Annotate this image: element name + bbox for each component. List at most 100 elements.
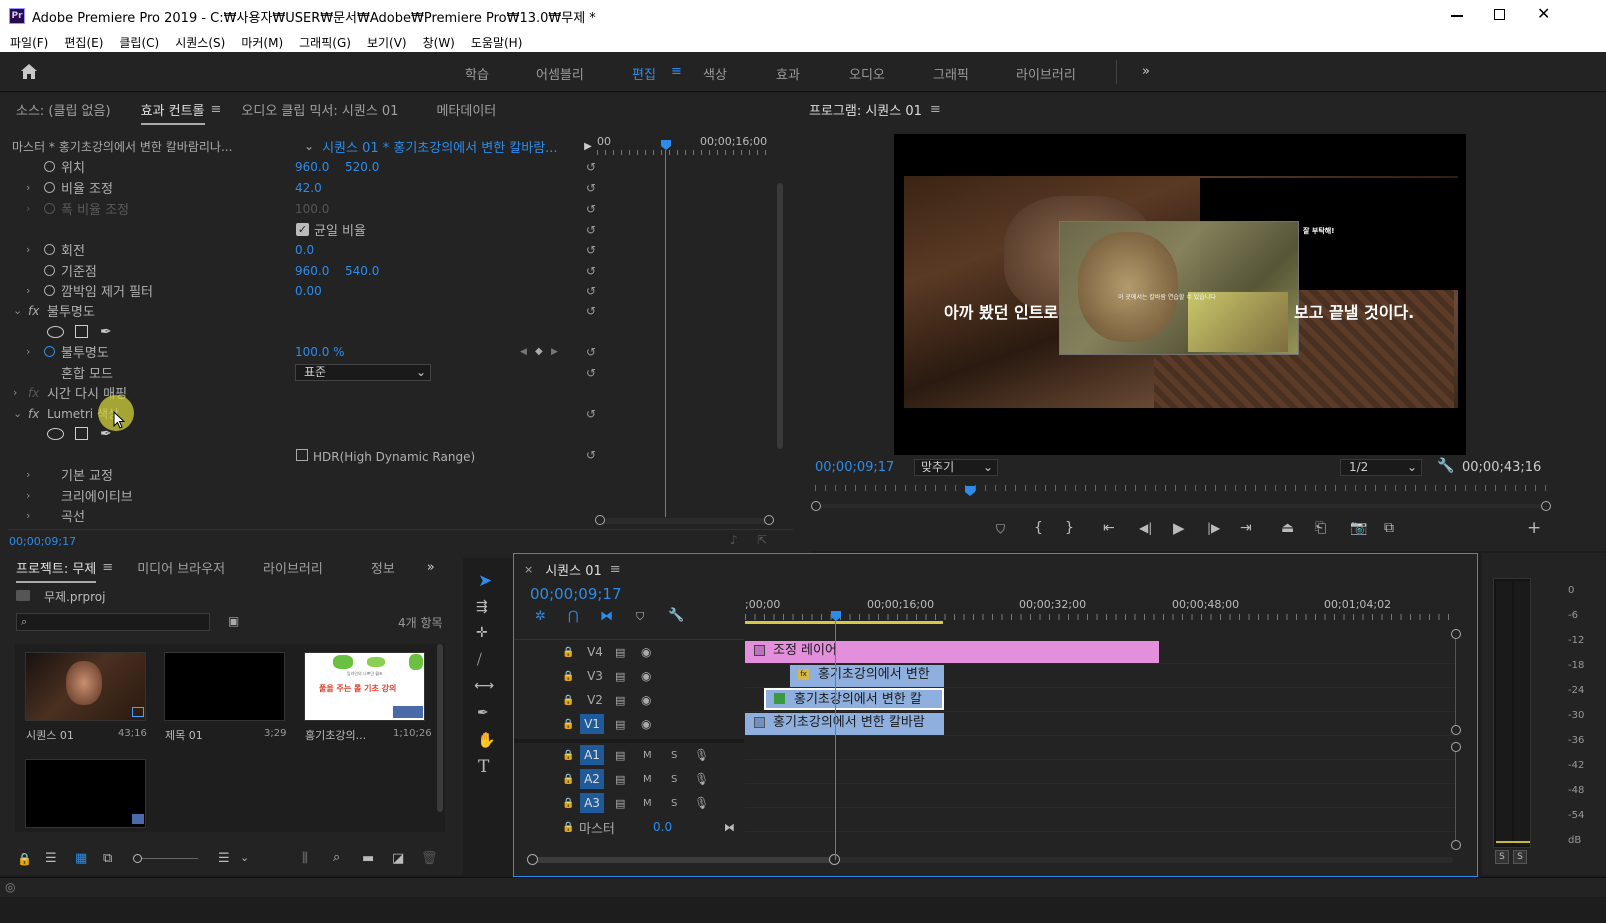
sync-lock-icon[interactable]: ▤ (615, 694, 625, 707)
clip-v1[interactable]: 홍기초강의에서 변한 칼바람 (745, 713, 944, 735)
eye-icon[interactable]: ◉ (641, 669, 651, 683)
project-thumbnail-sequence[interactable] (25, 652, 146, 721)
clip-adjustment-layer[interactable]: 조정 레이어 (745, 641, 1159, 663)
opacity-value[interactable]: 100.0 % (295, 345, 345, 359)
collapse-chevron-icon[interactable]: ⌄ (13, 304, 22, 317)
sync-lock-icon[interactable]: ▤ (615, 773, 625, 786)
list-view-icon[interactable]: ☰ (45, 851, 57, 866)
ellipse-mask-icon[interactable] (47, 325, 64, 338)
stopwatch-icon[interactable] (44, 161, 55, 172)
go-to-out-icon[interactable]: ⇥ (1240, 520, 1252, 536)
track-lock-icon[interactable]: 🔒 (562, 647, 574, 658)
mark-in-icon[interactable]: { (1034, 520, 1043, 536)
fx-badge-icon[interactable]: fx (28, 304, 39, 318)
menu-graphics[interactable]: 그래픽(G) (299, 34, 351, 51)
expand-chevron-icon[interactable]: › (26, 489, 30, 502)
tab-effect-controls[interactable]: 효과 컨트롤 (129, 100, 217, 125)
razor-tool-icon[interactable]: ⧸ (477, 652, 482, 668)
sync-lock-icon[interactable]: ▤ (615, 797, 625, 810)
sort-icon[interactable]: ☰ (218, 851, 230, 866)
menu-window[interactable]: 창(W) (423, 34, 455, 51)
workspace-learning[interactable]: 학습 (465, 64, 489, 83)
freeform-view-icon[interactable]: ⧉ (103, 851, 112, 866)
ec-vertical-scrollbar[interactable] (777, 183, 783, 449)
ec-zoom-scrollbar[interactable] (595, 515, 774, 525)
tab-media-browser[interactable]: 미디어 브라우저 (125, 558, 237, 577)
go-to-next-edit-icon[interactable]: ⧓ (724, 821, 735, 834)
video-tracks-scrollbar[interactable] (1451, 629, 1463, 735)
program-monitor-title[interactable]: 프로그램: 시퀀스 01 (809, 100, 922, 119)
mute-button[interactable]: M (643, 774, 652, 785)
icon-view-icon[interactable]: ▦ (75, 851, 87, 866)
ec-playhead-handle[interactable] (661, 140, 671, 150)
reset-icon[interactable]: ↺ (586, 366, 596, 380)
scroll-handle[interactable] (1451, 742, 1461, 752)
hdr-checkbox[interactable] (296, 448, 308, 461)
stopwatch-icon[interactable] (44, 265, 55, 276)
program-current-timecode[interactable]: 00;00;09;17 (815, 460, 894, 475)
solo-button[interactable]: S (671, 774, 677, 785)
project-scrollbar[interactable] (437, 644, 443, 812)
menu-sequence[interactable]: 시퀀스(S) (175, 34, 225, 51)
step-back-icon[interactable]: ◀| (1139, 521, 1152, 535)
clip-dropdown-icon[interactable]: ⌄ (304, 139, 314, 153)
pen-mask-icon[interactable]: ✒ (100, 426, 112, 442)
expand-chevron-icon[interactable]: › (26, 345, 30, 358)
tab-project[interactable]: 프로젝트: 무제 (4, 558, 108, 583)
track-label-v4[interactable]: V4 (584, 643, 606, 661)
new-search-bin-icon[interactable]: ▣ (228, 614, 239, 628)
sync-lock-icon[interactable]: ▤ (615, 749, 625, 762)
reset-icon[interactable]: ↺ (586, 345, 596, 359)
ellipse-mask-icon[interactable] (47, 427, 64, 440)
track-lock-icon[interactable]: 🔒 (562, 695, 574, 706)
solo-button[interactable]: S (671, 750, 677, 761)
lift-icon[interactable]: ⏏ (1281, 520, 1294, 536)
compare-view-icon[interactable]: ⧉ (1384, 520, 1394, 536)
expand-chevron-icon[interactable]: › (26, 468, 30, 481)
lock-icon[interactable]: 🔒 (17, 852, 32, 866)
new-bin-icon[interactable]: ▬ (362, 851, 374, 866)
uniform-scale-checkbox[interactable]: ✓ (296, 223, 309, 236)
program-scrubber-ticks[interactable] (815, 485, 1546, 491)
pen-tool-icon[interactable]: ✒ (477, 705, 489, 721)
workspace-audio[interactable]: 오디오 (849, 64, 885, 83)
project-item-name[interactable]: 홍기초강의... (305, 727, 375, 743)
antiflicker-value[interactable]: 0.00 (295, 284, 322, 298)
track-label-v1[interactable]: V1 (580, 714, 604, 734)
track-label-a2[interactable]: A2 (580, 769, 604, 789)
rectangle-mask-icon[interactable] (75, 427, 88, 440)
expand-chevron-icon[interactable]: › (26, 243, 30, 256)
microphone-icon[interactable]: 🎙 (694, 748, 709, 762)
panel-overflow-icon[interactable]: » (427, 560, 435, 575)
menu-file[interactable]: 파일(F) (10, 34, 48, 51)
expand-chevron-icon[interactable]: › (26, 181, 30, 194)
snap-magnet-icon[interactable]: ⋂ (568, 609, 579, 624)
track-label-a3[interactable]: A3 (580, 793, 604, 813)
track-label-v3[interactable]: V3 (584, 667, 606, 685)
eye-icon[interactable]: ◉ (641, 645, 651, 659)
sync-lock-icon[interactable]: ▤ (615, 670, 625, 683)
menu-marker[interactable]: 마커(M) (241, 34, 283, 51)
program-zoom-handle-left[interactable] (811, 501, 821, 511)
mute-button[interactable]: M (643, 750, 652, 761)
scroll-handle[interactable] (1451, 629, 1461, 639)
timeline-settings-wrench-icon[interactable]: 🔧 (668, 608, 684, 623)
settings-wrench-icon[interactable]: 🔧 (1437, 458, 1454, 474)
panel-menu-icon[interactable]: ≡ (930, 102, 941, 117)
ec-timecode[interactable]: 00;00;09;17 (9, 535, 76, 548)
program-playhead-handle[interactable] (965, 486, 975, 496)
next-keyframe-icon[interactable]: ▶ (551, 347, 558, 357)
tab-info[interactable]: 정보 (359, 558, 407, 577)
close-button[interactable]: ✕ (1537, 4, 1550, 23)
clip-v3[interactable]: fx 홍기초강의에서 변한 (790, 665, 944, 687)
track-select-tool-icon[interactable]: ⇶ (476, 599, 488, 615)
reset-icon[interactable]: ↺ (586, 304, 596, 318)
tab-audio-clip-mixer[interactable]: 오디오 클립 믹서: 시퀀스 01 (229, 100, 410, 119)
track-lock-icon[interactable]: 🔒 (562, 750, 574, 761)
find-icon[interactable]: ⌕ (333, 850, 340, 865)
expand-chevron-icon[interactable]: › (26, 509, 30, 522)
track-lock-icon[interactable]: 🔒 (562, 671, 574, 682)
reset-icon[interactable]: ↺ (586, 284, 596, 298)
track-lock-icon[interactable]: 🔒 (562, 822, 574, 833)
project-item-name[interactable]: 제목 01 (165, 727, 203, 743)
